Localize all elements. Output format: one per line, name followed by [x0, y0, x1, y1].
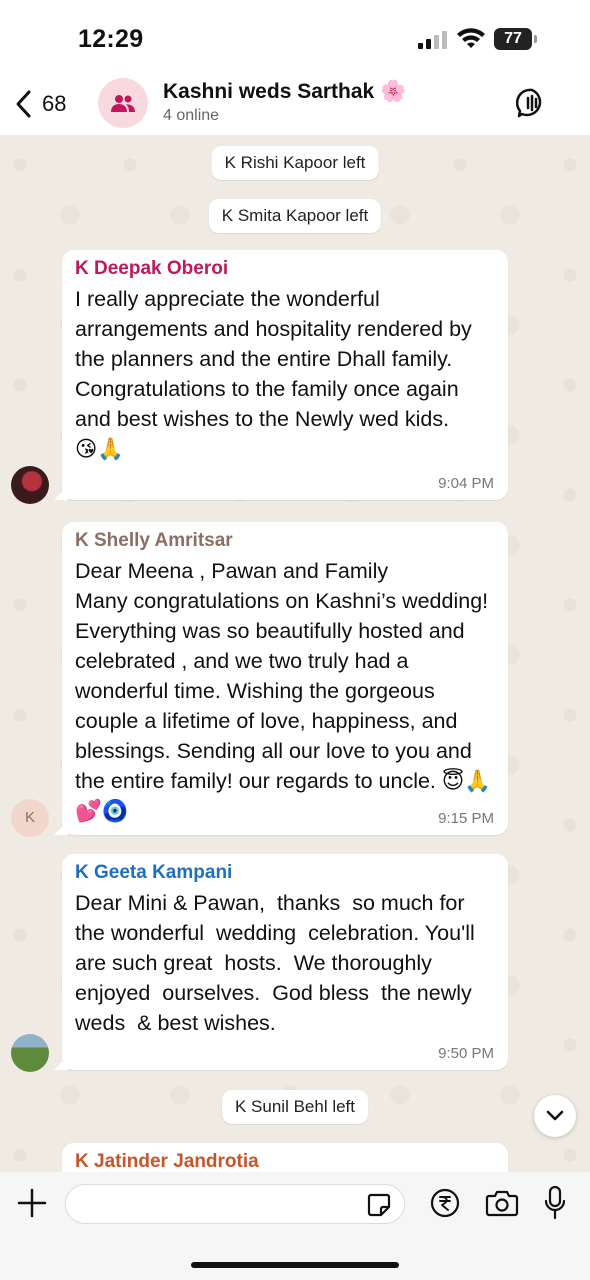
- sender-avatar[interactable]: K: [11, 799, 49, 837]
- chevron-left-icon: [16, 90, 31, 118]
- group-avatar[interactable]: [98, 78, 148, 128]
- sender-name[interactable]: K Geeta Kampani: [75, 862, 494, 884]
- message-time: 9:50 PM: [438, 1045, 494, 1062]
- sender-name[interactable]: K Deepak Oberoi: [75, 258, 494, 280]
- status-bar: 12:29 77: [0, 0, 590, 70]
- message-text: I really appreciate the wonderful arrang…: [75, 287, 472, 461]
- sender-avatar[interactable]: [11, 1034, 49, 1072]
- message-input[interactable]: [80, 1185, 360, 1223]
- back-button[interactable]: 68: [14, 84, 66, 124]
- message-bubble[interactable]: K Shelly Amritsar Dear Meena , Pawan and…: [62, 522, 508, 835]
- plus-icon[interactable]: [15, 1186, 49, 1220]
- message-input-wrapper: [65, 1184, 405, 1224]
- status-time: 12:29: [78, 25, 144, 53]
- chat-header: 68 Kashni weds Sarthak 🌸 4 online: [0, 70, 590, 135]
- sender-name[interactable]: K Shelly Amritsar: [75, 530, 494, 552]
- microphone-icon[interactable]: [543, 1185, 567, 1221]
- signal-icon: [418, 31, 448, 49]
- camera-icon[interactable]: [485, 1188, 519, 1218]
- system-message: K Sunil Behl left: [221, 1090, 369, 1124]
- message-bubble[interactable]: K Deepak Oberoi I really appreciate the …: [62, 250, 508, 500]
- chevron-down-icon: [546, 1110, 564, 1121]
- battery-icon: 77: [494, 28, 532, 50]
- message-text: Dear Meena , Pawan and Family Many congr…: [75, 559, 492, 823]
- system-message: K Rishi Kapoor left: [211, 146, 379, 180]
- battery-tip: [534, 35, 537, 43]
- rupee-icon[interactable]: [430, 1188, 460, 1218]
- sender-avatar[interactable]: [11, 466, 49, 504]
- voice-chat-icon[interactable]: [516, 87, 548, 119]
- message-bubble[interactable]: K Geeta Kampani Dear Mini & Pawan, thank…: [62, 854, 508, 1070]
- chat-title[interactable]: Kashni weds Sarthak 🌸: [163, 80, 406, 104]
- message-text: Dear Mini & Pawan, thanks so much for th…: [75, 891, 484, 1035]
- home-indicator: [191, 1262, 399, 1268]
- group-icon: [111, 95, 135, 112]
- scroll-to-bottom-button[interactable]: [534, 1095, 576, 1137]
- wifi-icon: [457, 28, 485, 48]
- system-message: K Smita Kapoor left: [208, 199, 382, 233]
- message-list[interactable]: K Rishi Kapoor left K Smita Kapoor left …: [0, 135, 590, 1172]
- composer-bar: [0, 1172, 590, 1280]
- sticker-icon[interactable]: [366, 1192, 392, 1218]
- sender-name[interactable]: K Jatinder Jandrotia: [75, 1151, 494, 1172]
- message-bubble[interactable]: K Jatinder Jandrotia: [62, 1143, 508, 1172]
- message-time: 9:15 PM: [438, 810, 494, 827]
- message-time: 9:04 PM: [438, 475, 494, 492]
- online-count: 4 online: [163, 107, 220, 124]
- unread-count: 68: [42, 91, 67, 116]
